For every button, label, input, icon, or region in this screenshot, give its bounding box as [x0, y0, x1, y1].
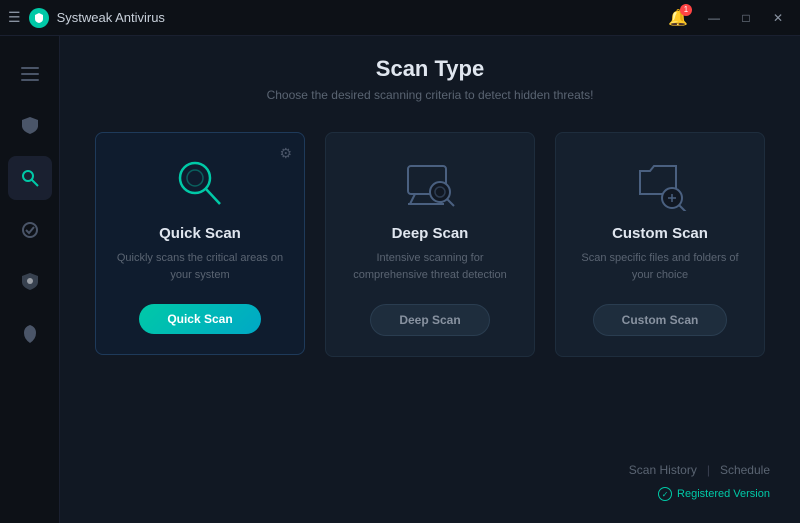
quick-scan-icon — [165, 153, 235, 213]
app-logo — [29, 8, 49, 28]
registered-bar: ✓ Registered Version — [90, 483, 770, 503]
main-layout: Scan Type Choose the desired scanning cr… — [0, 36, 800, 523]
sidebar-item-scan[interactable] — [8, 156, 52, 200]
custom-scan-description: Scan specific files and folders of your … — [572, 250, 748, 286]
minimize-button[interactable]: — — [700, 6, 728, 30]
deep-scan-card: Deep Scan Intensive scanning for compreh… — [325, 132, 535, 357]
title-bar-left: ☰ Systweak Antivirus — [8, 8, 165, 28]
scan-cards-container: ⚙ Quick Scan Quickly scans the critical … — [90, 132, 770, 453]
sidebar-item-vpn[interactable] — [8, 260, 52, 304]
page-header: Scan Type Choose the desired scanning cr… — [90, 56, 770, 102]
page-subtitle: Choose the desired scanning criteria to … — [90, 88, 770, 102]
custom-scan-icon — [625, 153, 695, 213]
close-button[interactable]: ✕ — [764, 6, 792, 30]
quick-scan-title: Quick Scan — [159, 225, 241, 242]
notification-badge: 1 — [680, 4, 692, 16]
deep-scan-description: Intensive scanning for comprehensive thr… — [342, 250, 518, 286]
page-title: Scan Type — [90, 56, 770, 82]
notification-area[interactable]: 🔔 1 — [668, 8, 688, 28]
sidebar — [0, 36, 60, 523]
sidebar-item-boost[interactable] — [8, 312, 52, 356]
custom-scan-title: Custom Scan — [612, 225, 708, 242]
title-bar-right: 🔔 1 — □ ✕ — [668, 6, 792, 30]
app-title: Systweak Antivirus — [57, 10, 165, 25]
sidebar-item-menu[interactable] — [8, 52, 52, 96]
maximize-button[interactable]: □ — [732, 6, 760, 30]
check-circle-icon: ✓ — [658, 487, 672, 501]
scan-history-link[interactable]: Scan History — [629, 463, 697, 477]
gear-button[interactable]: ⚙ — [279, 145, 292, 162]
schedule-link[interactable]: Schedule — [720, 463, 770, 477]
registered-label: Registered Version — [677, 488, 770, 500]
bottom-bar: Scan History | Schedule — [90, 453, 770, 483]
quick-scan-description: Quickly scans the critical areas on your… — [112, 250, 288, 286]
bottom-divider: | — [707, 463, 710, 477]
sidebar-item-shield[interactable] — [8, 104, 52, 148]
hamburger-icon[interactable]: ☰ — [8, 9, 21, 26]
deep-scan-button[interactable]: Deep Scan — [370, 304, 489, 336]
deep-scan-title: Deep Scan — [392, 225, 469, 242]
quick-scan-card: ⚙ Quick Scan Quickly scans the critical … — [95, 132, 305, 355]
content-area: Scan Type Choose the desired scanning cr… — [60, 36, 800, 523]
quick-scan-button[interactable]: Quick Scan — [139, 304, 260, 334]
custom-scan-card: Custom Scan Scan specific files and fold… — [555, 132, 765, 357]
title-bar: ☰ Systweak Antivirus 🔔 1 — □ ✕ — [0, 0, 800, 36]
deep-scan-icon — [395, 153, 465, 213]
registered-text: ✓ Registered Version — [658, 487, 770, 501]
sidebar-item-protection[interactable] — [8, 208, 52, 252]
custom-scan-button[interactable]: Custom Scan — [593, 304, 728, 336]
